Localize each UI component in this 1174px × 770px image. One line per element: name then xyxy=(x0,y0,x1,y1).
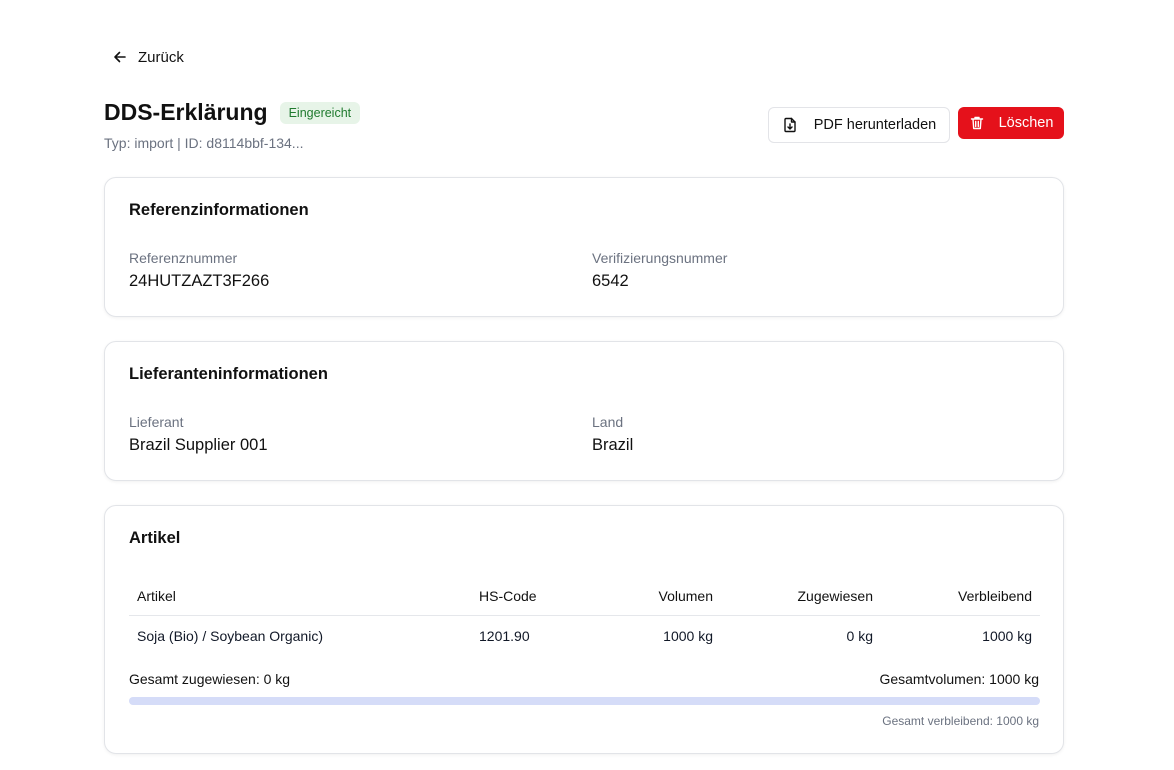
country-label: Land xyxy=(592,414,624,430)
status-badge: Eingereicht xyxy=(279,101,361,124)
reference-number-label: Referenznummer xyxy=(129,250,238,266)
supplier-card-title: Lieferanteninformationen xyxy=(129,365,328,383)
column-header-volume: Volumen xyxy=(658,588,713,604)
reference-number-value: 24HUTZAZT3F266 xyxy=(129,272,270,290)
country-value: Brazil xyxy=(592,436,634,454)
allocation-progress-bar xyxy=(129,697,1040,705)
cell-article: Soja (Bio) / Soybean Organic) xyxy=(137,628,323,644)
table-header-row: Artikel HS-Code Volumen Zugewiesen Verbl… xyxy=(129,576,1040,616)
cell-assigned: 0 kg xyxy=(846,628,873,644)
table-row: Soja (Bio) / Soybean Organic) 1201.90 10… xyxy=(129,616,1040,656)
articles-card: Artikel Artikel HS-Code Volumen Zugewies… xyxy=(104,505,1064,754)
cell-hs-code: 1201.90 xyxy=(479,628,530,644)
articles-card-title: Artikel xyxy=(129,529,181,547)
arrow-left-icon xyxy=(114,51,126,63)
cell-volume: 1000 kg xyxy=(663,628,713,644)
file-download-icon xyxy=(784,117,796,133)
back-link[interactable]: Zurück xyxy=(112,46,184,68)
page-title: DDS-Erklärung xyxy=(104,99,268,125)
total-volume: Gesamtvolumen: 1000 kg xyxy=(879,671,1039,687)
reference-card: Referenzinformationen Referenznummer 24H… xyxy=(104,177,1064,317)
verification-number-label: Verifizierungsnummer xyxy=(592,250,728,266)
delete-label: Löschen xyxy=(998,115,1054,131)
column-header-article: Artikel xyxy=(137,588,176,604)
total-remaining: Gesamt verbleibend: 1000 kg xyxy=(882,714,1039,728)
column-header-assigned: Zugewiesen xyxy=(797,588,874,604)
supplier-value: Brazil Supplier 001 xyxy=(129,436,268,454)
supplier-card: Lieferanteninformationen Lieferant Brazi… xyxy=(104,341,1064,481)
total-assigned: Gesamt zugewiesen: 0 kg xyxy=(129,671,291,687)
articles-table: Artikel HS-Code Volumen Zugewiesen Verbl… xyxy=(129,576,1040,656)
column-header-remaining: Verbleibend xyxy=(958,588,1032,604)
cell-remaining: 1000 kg xyxy=(982,628,1032,644)
page-header: DDS-Erklärung Eingereicht xyxy=(104,99,361,126)
reference-card-title: Referenzinformationen xyxy=(129,201,309,219)
column-header-hs-code: HS-Code xyxy=(479,588,537,604)
back-label: Zurück xyxy=(138,48,184,66)
download-pdf-label: PDF herunterladen xyxy=(813,117,937,133)
download-pdf-button[interactable]: PDF herunterladen xyxy=(768,107,950,143)
trash-icon xyxy=(970,116,983,130)
verification-number-value: 6542 xyxy=(592,272,629,290)
delete-button[interactable]: Löschen xyxy=(958,107,1064,139)
page-subtitle: Typ: import | ID: d8114bbf-134... xyxy=(104,135,304,151)
supplier-label: Lieferant xyxy=(129,414,184,430)
